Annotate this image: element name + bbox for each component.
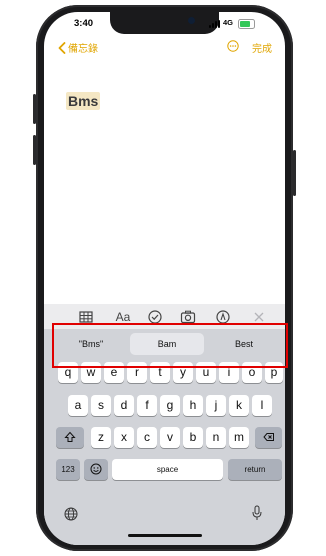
nav-bar: 備忘錄 完成 [44, 38, 285, 58]
key-f[interactable]: f [137, 395, 157, 416]
more-options-icon[interactable] [227, 40, 239, 52]
status-bar: 3:40 4G [44, 16, 285, 34]
shift-icon [64, 431, 76, 442]
key-b[interactable]: b [183, 427, 203, 448]
delete-key[interactable] [255, 427, 282, 448]
done-button[interactable]: 完成 [252, 40, 272, 55]
globe-icon[interactable] [64, 507, 78, 521]
key-l[interactable]: l [252, 395, 272, 416]
key-g[interactable]: g [160, 395, 180, 416]
emoji-icon [90, 463, 102, 475]
key-s[interactable]: s [91, 395, 111, 416]
side-button [293, 150, 296, 196]
key-z[interactable]: z [91, 427, 111, 448]
key-d[interactable]: d [114, 395, 134, 416]
shift-key[interactable] [56, 427, 84, 448]
space-key[interactable]: space [112, 459, 223, 480]
back-label: 備忘錄 [68, 44, 98, 55]
key-h[interactable]: h [183, 395, 203, 416]
note-title[interactable]: Bms [66, 92, 101, 110]
backspace-icon [262, 433, 274, 441]
emoji-key[interactable] [84, 459, 108, 480]
volume-up-button [33, 94, 36, 124]
key-v[interactable]: v [160, 427, 180, 448]
network-type: 4G [223, 18, 234, 27]
return-key[interactable]: return [228, 459, 282, 480]
key-x[interactable]: x [114, 427, 134, 448]
status-time: 3:40 [74, 18, 94, 29]
screen: 3:40 4G 備忘錄 完成 Bms Aa "Bms" Bam Best q w… [44, 12, 285, 545]
battery-icon [238, 19, 255, 29]
suggestion-highlight-box [52, 323, 288, 368]
back-button[interactable]: 備忘錄 [58, 40, 98, 55]
key-k[interactable]: k [229, 395, 249, 416]
key-j[interactable]: j [206, 395, 226, 416]
chevron-left-icon [58, 41, 66, 54]
signal-icon [209, 20, 220, 28]
home-indicator [128, 534, 202, 537]
volume-down-button [33, 135, 36, 165]
key-n[interactable]: n [206, 427, 226, 448]
key-a[interactable]: a [68, 395, 88, 416]
numbers-key[interactable]: 123 [56, 459, 80, 480]
key-m[interactable]: m [229, 427, 249, 448]
microphone-icon[interactable] [251, 505, 263, 521]
key-c[interactable]: c [137, 427, 157, 448]
